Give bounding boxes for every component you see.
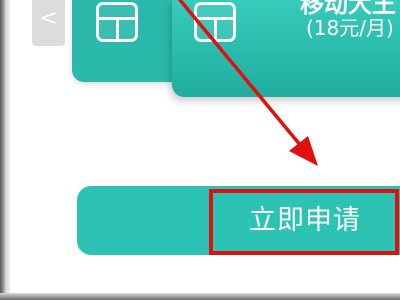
red-arrow-icon: [178, 0, 318, 166]
screen-frame-bottom: [0, 293, 400, 300]
